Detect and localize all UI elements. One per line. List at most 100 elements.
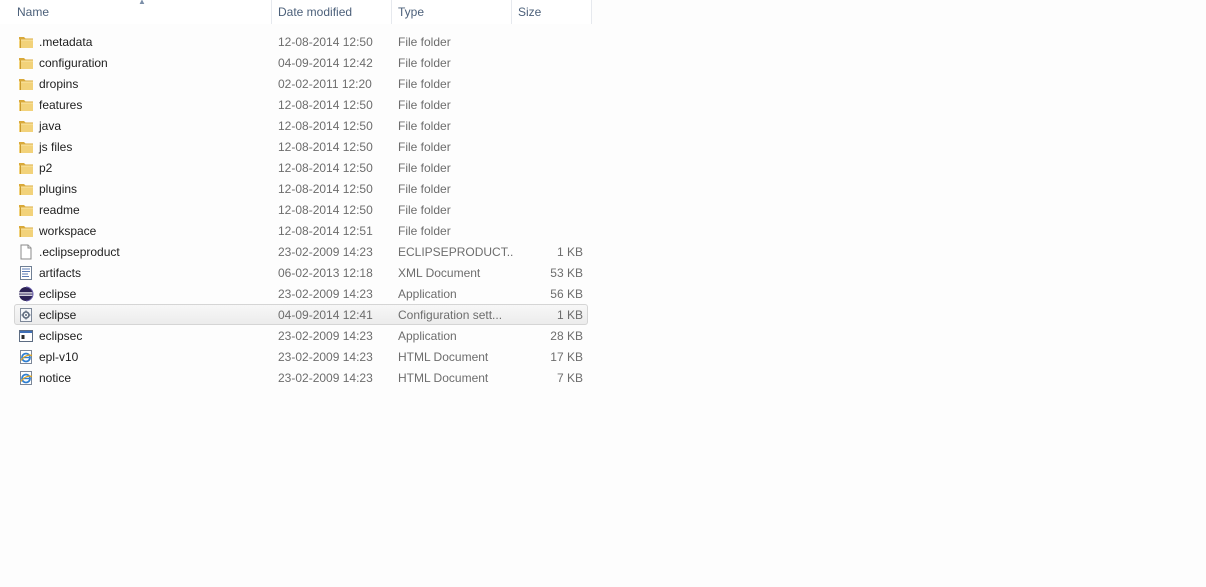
file-type: File folder xyxy=(398,34,451,49)
config-settings-icon xyxy=(18,307,34,323)
file-name-cell: js files xyxy=(15,137,273,156)
folder-icon xyxy=(18,97,34,113)
eclipse-app-icon xyxy=(18,286,34,302)
file-name-cell: dropins xyxy=(15,74,273,93)
file-date-modified: 12-08-2014 12:50 xyxy=(278,202,373,217)
file-row[interactable]: p2 12-08-2014 12:50 File folder xyxy=(14,157,588,178)
file-type: File folder xyxy=(398,76,451,91)
file-date-modified: 12-08-2014 12:50 xyxy=(278,118,373,133)
file-type: Configuration sett... xyxy=(398,307,503,322)
file-list: .metadata 12-08-2014 12:50 File folder conf… xyxy=(14,31,588,388)
file-row[interactable]: configuration 04-09-2014 12:42 File folder xyxy=(14,52,588,73)
column-header-size[interactable]: Size xyxy=(512,0,592,24)
file-row[interactable]: eclipse 23-02-2009 14:23 Application 56 KB xyxy=(14,283,588,304)
file-name-cell: workspace xyxy=(15,221,273,240)
folder-icon xyxy=(18,76,34,92)
file-date-modified: 04-09-2014 12:42 xyxy=(278,55,373,70)
file-name-cell: plugins xyxy=(15,179,273,198)
file-type: File folder xyxy=(398,118,451,133)
file-name-cell: p2 xyxy=(15,158,273,177)
file-name: artifacts xyxy=(39,265,82,280)
column-header-name[interactable]: ▲ Name xyxy=(0,0,272,24)
application-window-icon xyxy=(18,328,34,344)
folder-icon xyxy=(18,223,34,239)
file-name: .eclipseproduct xyxy=(39,244,120,259)
file-explorer: ▲ Name Date modified Type Size .metadata… xyxy=(0,0,1206,587)
file-row[interactable]: readme 12-08-2014 12:50 File folder xyxy=(14,199,588,220)
file-name: workspace xyxy=(39,223,97,238)
file-name-cell: features xyxy=(15,95,273,114)
file-row[interactable]: notice 23-02-2009 14:23 HTML Document 7 KB xyxy=(14,367,588,388)
file-name: eclipsec xyxy=(39,328,83,343)
file-date-modified: 12-08-2014 12:50 xyxy=(278,139,373,154)
file-row[interactable]: .eclipseproduct 23-02-2009 14:23 ECLIPSEPR… xyxy=(14,241,588,262)
file-row[interactable]: java 12-08-2014 12:50 File folder xyxy=(14,115,588,136)
file-size: 53 KB xyxy=(550,265,583,280)
file-row[interactable]: artifacts 06-02-2013 12:18 XML Document 53 … xyxy=(14,262,588,283)
column-header-date-label: Date modified xyxy=(278,5,353,19)
file-type: File folder xyxy=(398,202,451,217)
column-header-type-label: Type xyxy=(398,5,425,19)
file-name: dropins xyxy=(39,76,79,91)
file-type: HTML Document xyxy=(398,370,489,385)
file-name: p2 xyxy=(39,160,53,175)
file-type: HTML Document xyxy=(398,349,489,364)
file-size: 56 KB xyxy=(550,286,583,301)
file-date-modified: 23-02-2009 14:23 xyxy=(278,286,373,301)
file-type: File folder xyxy=(398,139,451,154)
file-name: eclipse xyxy=(39,307,77,322)
file-name-cell: epl-v10 xyxy=(15,347,273,366)
file-name-cell: eclipsec xyxy=(15,326,273,345)
file-type: Application xyxy=(398,286,457,301)
file-type: File folder xyxy=(398,223,451,238)
file-type: File folder xyxy=(398,160,451,175)
column-header-type[interactable]: Type xyxy=(392,0,512,24)
file-date-modified: 23-02-2009 14:23 xyxy=(278,349,373,364)
file-date-modified: 04-09-2014 12:41 xyxy=(278,307,373,322)
file-name: configuration xyxy=(39,55,108,70)
file-row[interactable]: eclipsec 23-02-2009 14:23 Application 28 KB xyxy=(14,325,588,346)
file-name: js files xyxy=(39,139,73,154)
file-name-cell: configuration xyxy=(15,53,273,72)
file-name-cell: java xyxy=(15,116,273,135)
file-row[interactable]: js files 12-08-2014 12:50 File folder xyxy=(14,136,588,157)
file-row[interactable]: .metadata 12-08-2014 12:50 File folder xyxy=(14,31,588,52)
file-type: Application xyxy=(398,328,457,343)
file-size: 1 KB xyxy=(556,307,583,322)
column-header-date[interactable]: Date modified xyxy=(272,0,392,24)
file-date-modified: 23-02-2009 14:23 xyxy=(278,370,373,385)
file-name-cell: notice xyxy=(15,368,273,387)
file-size: 17 KB xyxy=(550,349,583,364)
file-row[interactable]: workspace 12-08-2014 12:51 File folder xyxy=(14,220,588,241)
file-name: java xyxy=(39,118,62,133)
file-row[interactable]: features 12-08-2014 12:50 File folder xyxy=(14,94,588,115)
file-type: File folder xyxy=(398,181,451,196)
file-type: XML Document xyxy=(398,265,481,280)
file-type: File folder xyxy=(398,97,451,112)
file-name-cell: readme xyxy=(15,200,273,219)
file-name: eclipse xyxy=(39,286,77,301)
file-name-cell: .metadata xyxy=(15,32,273,51)
file-row[interactable]: dropins 02-02-2011 12:20 File folder xyxy=(14,73,588,94)
file-name-cell: eclipse xyxy=(15,284,273,303)
file-name: notice xyxy=(39,370,72,385)
file-row[interactable]: plugins 12-08-2014 12:50 File folder xyxy=(14,178,588,199)
file-name-cell: eclipse xyxy=(15,305,273,324)
file-row[interactable]: epl-v10 23-02-2009 14:23 HTML Document 17 K… xyxy=(14,346,588,367)
file-name: features xyxy=(39,97,83,112)
column-header-size-label: Size xyxy=(518,5,542,19)
folder-icon xyxy=(18,55,34,71)
xml-document-icon xyxy=(18,265,34,281)
file-name: plugins xyxy=(39,181,78,196)
file-date-modified: 12-08-2014 12:50 xyxy=(278,160,373,175)
column-header-bar: ▲ Name Date modified Type Size xyxy=(0,0,592,24)
sort-ascending-icon: ▲ xyxy=(138,0,146,6)
folder-icon xyxy=(18,34,34,50)
file-name: .metadata xyxy=(39,34,93,49)
file-size: 28 KB xyxy=(550,328,583,343)
file-row[interactable]: eclipse 04-09-2014 12:41 Configuration set… xyxy=(14,304,588,325)
file-type: ECLIPSEPRODUCT... xyxy=(398,244,513,259)
file-date-modified: 12-08-2014 12:50 xyxy=(278,97,373,112)
file-size: 7 KB xyxy=(556,370,583,385)
file-name: epl-v10 xyxy=(39,349,79,364)
